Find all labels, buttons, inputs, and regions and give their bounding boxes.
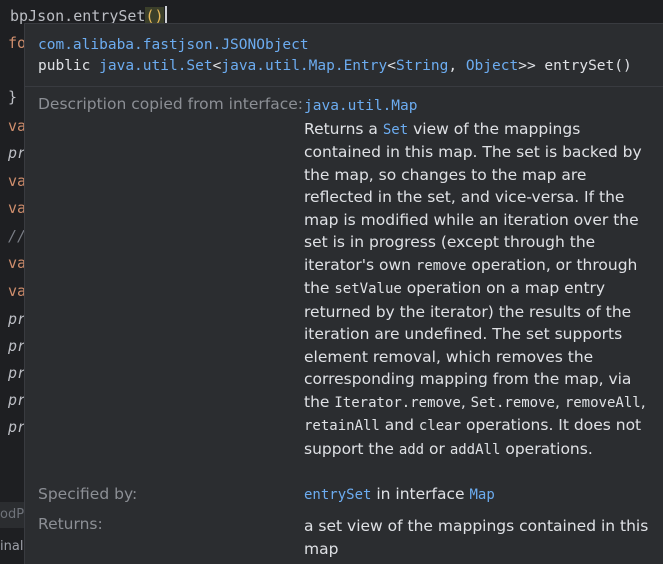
desc-text: ,	[554, 392, 565, 411]
code-iterator-remove: Iterator.remove	[334, 394, 461, 411]
documentation-popup[interactable]: com.alibaba.fastjson.JSONObject public j…	[24, 23, 663, 564]
code-removeall: removeAll	[564, 394, 641, 411]
interface-link[interactable]: java.util.Map	[304, 95, 649, 118]
desc-text: ,	[460, 392, 471, 411]
generic-open: <	[387, 58, 396, 74]
type-link-set[interactable]: java.util.Set	[99, 58, 213, 74]
spec-text: in interface	[371, 485, 470, 503]
type-link-map-entry[interactable]: java.util.Map.Entry	[221, 58, 387, 74]
code-add: add	[398, 441, 425, 458]
method-signature: public java.util.Set <java.util.Map.Entry…	[38, 58, 632, 74]
method-name: entrySet()	[544, 58, 632, 74]
desc-text: or	[424, 439, 450, 458]
doc-header: com.alibaba.fastjson.JSONObject public j…	[25, 24, 663, 87]
returns-value: a set view of the mappings contained in …	[304, 517, 649, 558]
desc-text: operation on a map entry returned by the…	[304, 279, 632, 411]
desc-text: ,	[640, 392, 646, 411]
code-retainall: retainAll	[304, 418, 380, 434]
desc-text: operations.	[500, 439, 593, 458]
code-addall: addAll	[449, 441, 501, 458]
description-label: Description copied from interface:	[38, 95, 304, 113]
bottom-tool-tab[interactable]: odP	[0, 502, 24, 528]
code-clear: clear	[418, 418, 462, 434]
map-interface-link[interactable]: Map	[469, 487, 494, 503]
entryset-link[interactable]: entrySet	[304, 487, 371, 503]
specified-by-label: Specified by:	[38, 485, 138, 503]
set-link[interactable]: Set	[383, 122, 408, 138]
specified-by-value: entrySet in interface Map	[304, 485, 495, 503]
class-name-link[interactable]: com.alibaba.fastjson.JSONObject	[38, 37, 309, 53]
desc-text: view of the mappings contained in this m…	[304, 119, 642, 274]
desc-text: and	[379, 416, 419, 434]
generic-close: >>	[518, 58, 536, 74]
text-caret	[164, 6, 167, 24]
modifier: public	[38, 58, 91, 74]
type-link-string[interactable]: String	[396, 58, 448, 74]
code-line-fragment: }	[8, 88, 18, 106]
bottom-tool-tab[interactable]: inal	[0, 532, 24, 562]
code-remove: remove	[415, 257, 467, 274]
code-setvalue: setValue	[334, 281, 402, 297]
comma: ,	[448, 58, 466, 74]
type-link-object[interactable]: Object	[466, 58, 518, 74]
desc-text: Returns a	[304, 119, 383, 138]
description-body: java.util.Map Returns a Set view of the m…	[304, 95, 649, 461]
returns-label: Returns:	[38, 515, 103, 533]
code-set-remove: Set.remove	[470, 394, 555, 411]
